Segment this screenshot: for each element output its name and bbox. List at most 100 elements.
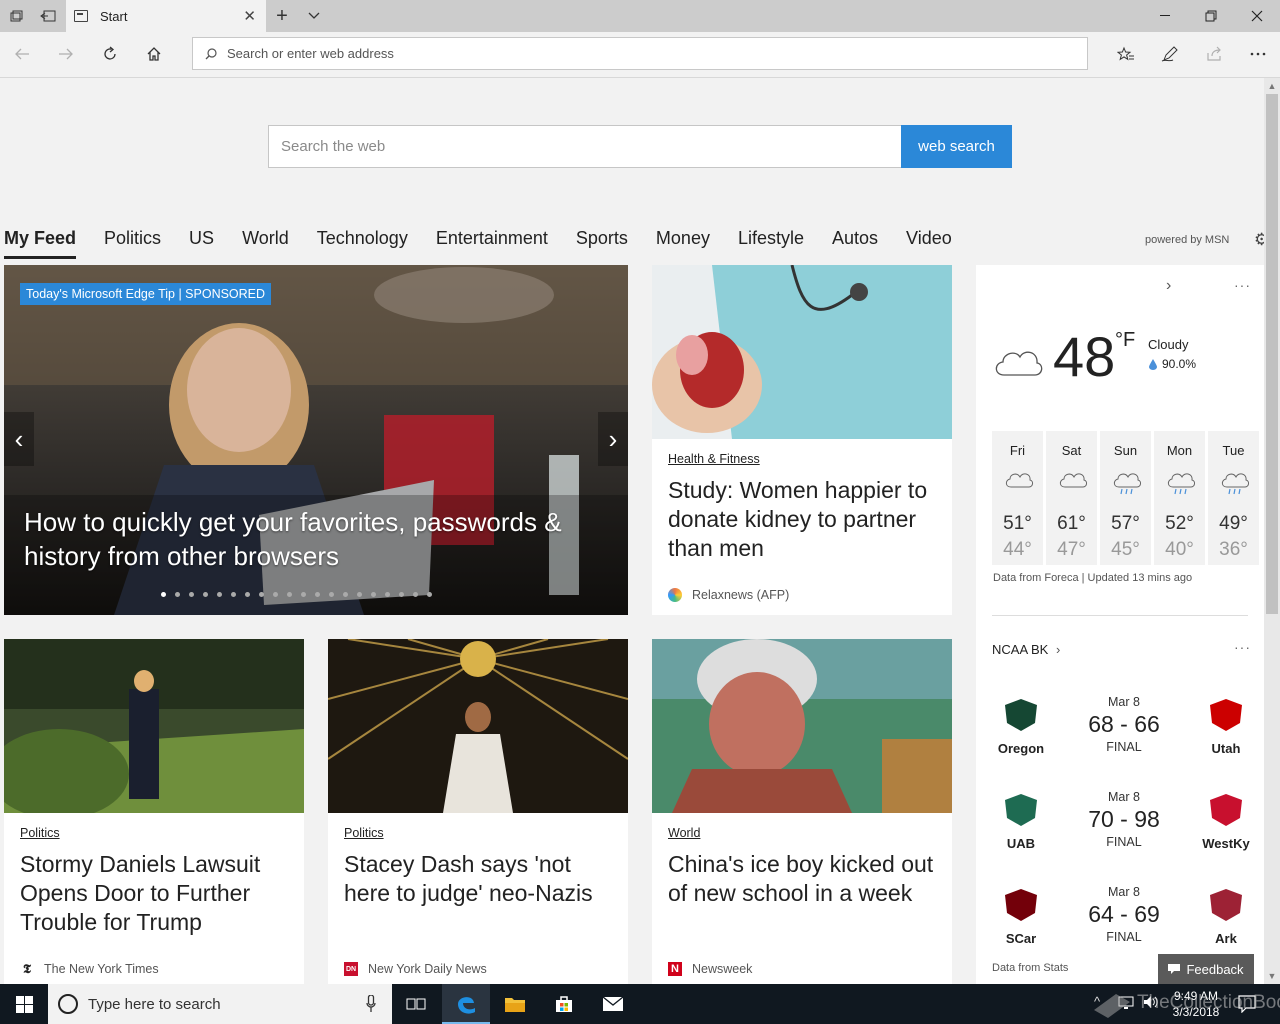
forecast-day[interactable]: Sun 57° 45° [1100,431,1151,565]
carousel-dot[interactable] [413,592,418,597]
game-row[interactable]: Oregon Utah Mar 8 68 - 66 FINAL [976,685,1264,775]
share-icon[interactable] [1192,32,1236,76]
powered-by-msn[interactable]: powered by MSN [1145,234,1229,246]
tab-video[interactable]: Video [906,228,952,258]
hero-headline[interactable]: How to quickly get your favorites, passw… [24,505,614,573]
refresh-icon[interactable] [88,32,132,76]
scrollbar-thumb[interactable] [1266,94,1278,614]
hero-carousel[interactable]: Today's Microsoft Edge Tip | SPONSORED ‹… [4,265,628,615]
scores-more-icon[interactable]: ··· [1234,639,1251,655]
file-explorer-icon[interactable] [491,984,539,1024]
gear-icon[interactable]: ⚙ [1254,230,1264,250]
chevron-right-icon[interactable]: › [1166,277,1171,295]
back-icon[interactable] [0,32,44,76]
tab-politics[interactable]: Politics [104,228,161,258]
carousel-dot[interactable] [217,592,222,597]
weather-source[interactable]: Data from Foreca | Updated 13 mins ago [993,572,1192,584]
close-window-icon[interactable] [1234,0,1280,32]
team-away[interactable]: WestKy [1186,790,1264,851]
carousel-dot[interactable] [315,592,320,597]
team-away[interactable]: Utah [1186,695,1264,756]
tab-world[interactable]: World [242,228,289,258]
new-tab-icon[interactable]: + [266,0,298,32]
carousel-dot[interactable] [301,592,306,597]
article-category[interactable]: World [668,826,700,840]
carousel-dot[interactable] [189,592,194,597]
game-row[interactable]: SCar Ark Mar 8 64 - 69 FINAL [976,875,1264,965]
article-card[interactable]: Politics Stormy Daniels Lawsuit Opens Do… [4,639,304,984]
article-source[interactable]: Relaxnews (AFP) [668,588,789,602]
chevron-down-icon[interactable] [298,0,330,32]
carousel-dot[interactable] [371,592,376,597]
microphone-icon[interactable] [366,995,376,1013]
carousel-prev-icon[interactable]: ‹ [4,412,34,466]
article-source[interactable]: 𝕿 The New York Times [20,962,159,977]
carousel-dot[interactable] [343,592,348,597]
scores-title[interactable]: NCAA BK › [992,642,1060,657]
tab-my-feed[interactable]: My Feed [4,228,77,259]
carousel-dot[interactable] [329,592,334,597]
article-headline[interactable]: Study: Women happier to donate kidney to… [668,476,944,563]
web-note-icon[interactable] [1148,32,1192,76]
article-headline[interactable]: Stormy Daniels Lawsuit Opens Door to Fur… [20,850,296,937]
carousel-dot[interactable] [427,592,432,597]
minimize-icon[interactable] [1142,0,1188,32]
article-category[interactable]: Politics [344,826,384,840]
weather-more-icon[interactable]: ··· [1234,277,1251,293]
address-bar[interactable]: Search or enter web address [192,37,1088,70]
carousel-dot[interactable] [287,592,292,597]
tab-list-icon[interactable] [0,0,32,32]
tab-sports[interactable]: Sports [576,228,628,258]
article-source[interactable]: DN New York Daily News [344,962,487,976]
page-scrollbar[interactable]: ▲ ▼ [1264,78,1280,984]
carousel-dot[interactable] [161,592,166,597]
article-headline[interactable]: China's ice boy kicked out of new school… [668,850,944,908]
scroll-up-icon[interactable]: ▲ [1264,78,1280,94]
carousel-dot[interactable] [259,592,264,597]
task-view-icon[interactable] [392,984,440,1024]
article-category[interactable]: Health & Fitness [668,452,760,466]
forecast-day[interactable]: Sat 61° 47° [1046,431,1097,565]
temp-unit[interactable]: °F [1115,329,1135,352]
feedback-button[interactable]: Feedback [1158,954,1254,984]
carousel-dot[interactable] [175,592,180,597]
set-aside-tabs-icon[interactable] [32,0,64,32]
article-source[interactable]: N Newsweek [668,962,752,976]
team-home[interactable]: UAB [981,790,1061,851]
tab-autos[interactable]: Autos [832,228,878,258]
carousel-dot[interactable] [203,592,208,597]
close-tab-icon[interactable]: ✕ [243,7,256,25]
team-away[interactable]: Ark [1186,885,1264,946]
article-card[interactable]: World China's ice boy kicked out of new … [652,639,952,984]
carousel-next-icon[interactable]: › [598,412,628,466]
carousel-dot[interactable] [245,592,250,597]
carousel-dot[interactable] [385,592,390,597]
game-row[interactable]: UAB WestKy Mar 8 70 - 98 FINAL [976,780,1264,870]
forecast-day[interactable]: Fri 51° 44° [992,431,1043,565]
scores-source[interactable]: Data from Stats [992,962,1068,974]
home-icon[interactable] [132,32,176,76]
tab-money[interactable]: Money [656,228,710,258]
article-card[interactable]: Politics Stacey Dash says 'not here to j… [328,639,628,984]
article-category[interactable]: Politics [20,826,60,840]
windows-start-icon[interactable] [0,984,48,1024]
forecast-day[interactable]: Tue 49° 36° [1208,431,1259,565]
carousel-dot[interactable] [231,592,236,597]
carousel-dot[interactable] [273,592,278,597]
restore-icon[interactable] [1188,0,1234,32]
scroll-down-icon[interactable]: ▼ [1264,968,1280,984]
web-search-button[interactable]: web search [901,125,1012,168]
article-card[interactable]: Health & Fitness Study: Women happier to… [652,265,952,615]
tab-entertainment[interactable]: Entertainment [436,228,548,258]
team-home[interactable]: SCar [981,885,1061,946]
tab-start[interactable]: Start ✕ [66,0,266,32]
forecast-day[interactable]: Mon 52° 40° [1154,431,1205,565]
edge-taskbar-icon[interactable] [442,984,490,1024]
tab-lifestyle[interactable]: Lifestyle [738,228,804,258]
mail-icon[interactable] [589,984,637,1024]
taskbar-search[interactable]: Type here to search [48,984,392,1024]
carousel-dot[interactable] [399,592,404,597]
carousel-dot[interactable] [357,592,362,597]
tab-technology[interactable]: Technology [317,228,408,258]
more-icon[interactable] [1236,32,1280,76]
